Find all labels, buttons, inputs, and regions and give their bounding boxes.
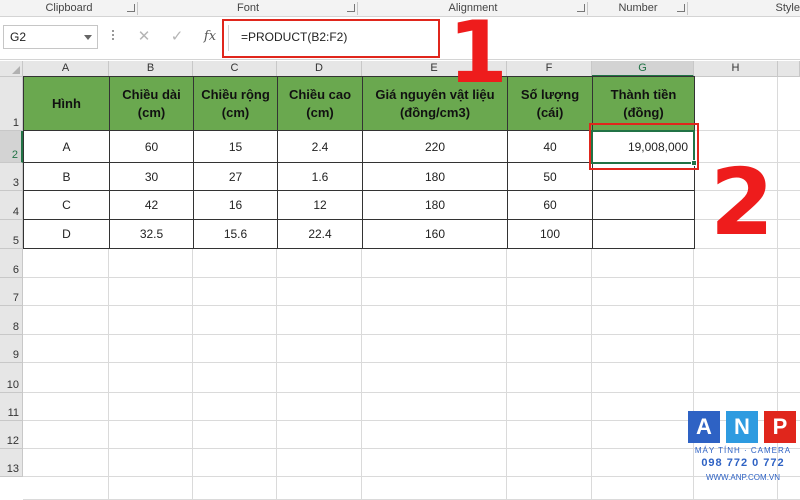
column-header-c[interactable]: C [193,61,277,77]
table-cell[interactable]: 180 [362,162,508,191]
ribbon-group-font: Font [138,0,358,17]
watermark-tagline: MÁY TÍNH · CAMERA [694,446,792,455]
table-cell[interactable]: 15 [193,130,278,163]
column-header-f[interactable]: F [507,61,592,77]
ribbon-group-label: Clipboard [45,2,93,14]
table-cell[interactable]: 100 [507,219,593,249]
table-cell[interactable]: 1.6 [277,162,363,191]
table-cell[interactable]: 180 [362,190,508,220]
dialog-launcher-icon[interactable] [347,4,355,12]
watermark-letter: A [688,411,720,443]
table-cell[interactable] [592,190,695,220]
gridline [23,305,800,306]
table-cell[interactable]: 2.4 [277,130,363,163]
row-header-9[interactable]: 9 [0,335,23,363]
table-header-cell[interactable]: Chiều dài (cm) [109,76,194,131]
row-header-4[interactable]: 4 [0,191,23,220]
row-header-10[interactable]: 10 [0,363,23,393]
table-cell[interactable]: 15.6 [193,219,278,249]
gridline [23,420,800,421]
table-cell[interactable]: 50 [507,162,593,191]
ribbon-group-styles: Style [688,0,800,17]
row-header-1[interactable]: 1 [0,77,23,131]
column-header-d[interactable]: D [277,61,362,77]
dialog-launcher-icon[interactable] [127,4,135,12]
row-header-7[interactable]: 7 [0,278,23,306]
watermark-phone: 098 772 0 772 [701,457,785,469]
table-cell[interactable]: 32.5 [109,219,194,249]
table-cell[interactable]: D [23,219,110,249]
table-cell[interactable]: C [23,190,110,220]
gridline [23,362,800,363]
drag-handle-icon[interactable] [112,30,115,44]
row-header-3[interactable]: 3 [0,163,23,191]
table-header-cell[interactable]: Chiều cao (cm) [277,76,363,131]
table-header-cell[interactable]: Số lượng (cái) [507,76,593,131]
column-header-a[interactable]: A [23,61,109,77]
table-header-cell[interactable]: Hình [23,76,110,131]
column-header-partial[interactable] [778,61,800,77]
table-cell[interactable]: 60 [109,130,194,163]
table-cell[interactable]: 160 [362,219,508,249]
step-1-label: 1 [448,3,508,103]
table-cell[interactable]: 16 [193,190,278,220]
gridline [23,392,800,393]
ribbon-group-number: Number [588,0,688,17]
anp-watermark: A N P MÁY TÍNH · CAMERA 098 772 0 772 WW… [686,411,800,500]
row-header-13[interactable]: 13 [0,449,23,477]
formula-highlight-box [222,19,440,58]
watermark-letter: N [726,411,758,443]
column-header-b[interactable]: B [109,61,193,77]
watermark-url: WWW.ANP.COM.VN [705,473,781,482]
ribbon-group-label: Number [618,2,658,14]
name-box-value: G2 [10,30,27,44]
gridline [23,277,800,278]
watermark-letter: P [764,411,796,443]
row-header-8[interactable]: 8 [0,306,23,335]
table-cell[interactable]: 22.4 [277,219,363,249]
dialog-launcher-icon[interactable] [577,4,585,12]
row-header-5[interactable]: 5 [0,220,23,249]
row-header-12[interactable]: 12 [0,421,23,449]
table-cell[interactable] [592,219,695,249]
table-cell[interactable]: 220 [362,130,508,163]
enter-icon[interactable]: ✓ [167,27,187,47]
table-header-cell[interactable]: Chiều rộng (cm) [193,76,278,131]
chevron-down-icon[interactable] [84,35,92,40]
row-header-2[interactable]: 2 [0,131,23,163]
cancel-icon[interactable]: ✕ [134,27,154,47]
dialog-launcher-icon[interactable] [677,4,685,12]
name-box[interactable]: G2 [3,25,98,49]
table-cell[interactable]: 27 [193,162,278,191]
select-all-triangle-icon [12,66,20,74]
ribbon-group-bar: Clipboard Font Alignment Number Style [0,0,800,17]
step-2-label: 2 [710,149,775,256]
select-all-button[interactable] [0,61,23,77]
table-cell[interactable]: 42 [109,190,194,220]
ribbon-group-clipboard: Clipboard [0,0,138,17]
result-highlight-box [589,123,699,170]
insert-function-icon[interactable]: fx [200,27,220,47]
column-header-g[interactable]: G [592,61,694,77]
gridline [23,476,800,477]
column-header-h[interactable]: H [694,61,778,77]
table-cell[interactable]: 30 [109,162,194,191]
table-cell[interactable]: 40 [507,130,593,163]
table-cell[interactable]: 12 [277,190,363,220]
row-header-11[interactable]: 11 [0,393,23,421]
table-cell[interactable]: A [23,130,110,163]
ribbon-group-label: Font [236,2,259,14]
table-cell[interactable]: 60 [507,190,593,220]
ribbon-group-label: Style [775,2,800,14]
excel-window: Clipboard Font Alignment Number Style G2 [0,0,800,500]
row-header-6[interactable]: 6 [0,249,23,278]
gridline [23,448,800,449]
table-cell[interactable]: B [23,162,110,191]
gridline [23,334,800,335]
